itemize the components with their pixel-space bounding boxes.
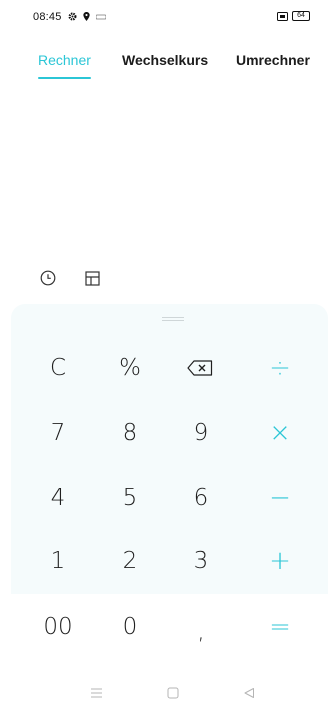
status-bar: 08:45 64 — [0, 0, 328, 34]
menu-nav-button[interactable] — [88, 686, 104, 700]
backspace-icon — [187, 360, 213, 376]
digit-1-button[interactable]: 1 — [28, 541, 88, 581]
status-time: 08:45 — [33, 11, 62, 23]
active-tab-indicator — [38, 77, 91, 79]
history-button[interactable] — [38, 268, 58, 288]
layout-icon — [84, 270, 100, 286]
divide-button[interactable]: ÷ — [250, 348, 310, 388]
location-icon — [83, 12, 90, 21]
clear-button[interactable]: C — [28, 348, 88, 388]
digit-3-button[interactable]: 3 — [171, 541, 231, 581]
battery-icon: 64 — [292, 11, 310, 21]
battery-level: 64 — [297, 12, 305, 19]
multiply-button[interactable]: × — [250, 413, 310, 453]
tool-row — [38, 268, 102, 288]
system-nav-bar — [0, 680, 328, 702]
percent-button[interactable]: % — [100, 348, 160, 388]
digit-7-button[interactable]: 7 — [28, 413, 88, 453]
home-nav-button[interactable] — [165, 686, 181, 700]
digit-9-button[interactable]: 9 — [171, 413, 231, 453]
nfc-icon — [96, 14, 106, 19]
status-icons-right: 64 — [277, 11, 310, 21]
add-button[interactable]: + — [250, 541, 310, 581]
keypad: C % ÷ 7 8 9 × 4 5 6 − 1 2 3 + — [11, 304, 328, 594]
display-area — [0, 90, 328, 260]
digit-2-button[interactable]: 2 — [100, 541, 160, 581]
drag-handle[interactable] — [162, 317, 184, 321]
tab-umrechner[interactable]: Umrechner — [236, 52, 310, 68]
scientific-mode-button[interactable] — [82, 268, 102, 288]
subtract-button[interactable]: − — [250, 478, 310, 518]
double-zero-button[interactable]: 00 — [28, 607, 88, 647]
digit-5-button[interactable]: 5 — [100, 478, 160, 518]
cast-icon — [277, 11, 288, 21]
digit-6-button[interactable]: 6 — [171, 478, 231, 518]
tab-wechselkurs[interactable]: Wechselkurs — [122, 52, 208, 68]
gear-icon — [68, 12, 77, 21]
digit-0-button[interactable]: 0 — [100, 607, 160, 647]
decimal-comma-button[interactable]: , — [171, 612, 231, 652]
back-triangle-icon — [244, 688, 254, 698]
digit-8-button[interactable]: 8 — [100, 413, 160, 453]
clock-icon — [40, 270, 56, 286]
back-nav-button[interactable] — [241, 686, 257, 700]
digit-4-button[interactable]: 4 — [28, 478, 88, 518]
hamburger-icon — [90, 688, 102, 698]
tab-bar: Rechner Wechselkurs Umrechner — [0, 48, 328, 84]
status-icons-left — [68, 12, 106, 21]
equals-button[interactable]: = — [250, 607, 310, 647]
square-icon — [167, 687, 179, 699]
tab-rechner[interactable]: Rechner — [38, 52, 91, 68]
backspace-button[interactable] — [170, 348, 230, 388]
